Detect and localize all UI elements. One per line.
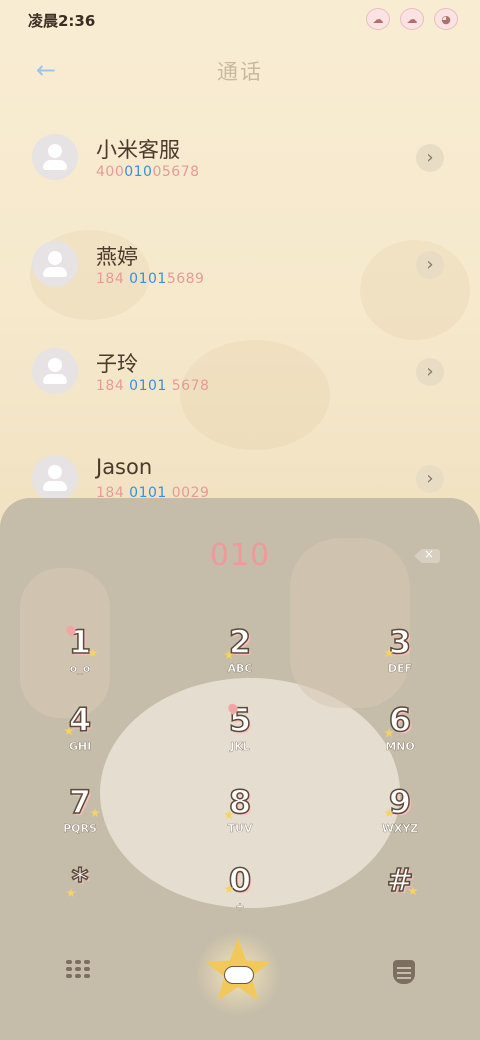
key-digit: 7 [68,783,92,821]
key-digit: 9 [388,783,412,821]
contact-number: 184 0101 5678 [96,378,209,394]
contact-name: Jason [96,455,153,479]
avatar-icon [32,348,78,394]
chevron-right-icon[interactable]: › [416,144,444,172]
number-prefix: 184 [96,378,130,394]
number-suffix: 5689 [166,271,205,287]
key-digit: 1 [68,623,92,661]
key-digit: # [386,861,414,899]
avatar-icon [32,241,78,287]
contact-number: 184 01015689 [96,271,204,287]
number-match: 0101 [129,271,167,287]
battery-icon: ◕ [434,8,458,30]
dial-key-1[interactable]: 1 o_o [40,623,120,686]
dial-key-2[interactable]: 2 ABC [200,623,280,686]
key-letters: GHI [68,740,92,753]
dial-key-8[interactable]: 8 TUV [200,783,280,846]
chevron-right-icon[interactable]: › [416,251,444,279]
status-bar: 凌晨2:36 ☁ ☁ ◕ [0,0,480,40]
number-prefix: 184 [96,271,130,287]
number-match: 010 [124,164,153,180]
dialpad-grid-icon[interactable] [66,956,94,984]
dial-key-7[interactable]: 7 PQRS [40,783,120,846]
key-letters: ABC [227,662,253,675]
dial-input-display[interactable]: 010 [0,538,480,573]
key-digit: 8 [228,783,252,821]
contact-name: 子玲 [96,352,138,376]
key-digit: 6 [388,701,412,739]
contact-name: 燕婷 [96,245,138,269]
number-suffix: 5678 [166,378,210,394]
key-letters: o_o [69,662,91,675]
dial-key-4[interactable]: 4 GHI [40,701,120,764]
key-digit: 4 [68,701,92,739]
chevron-right-icon[interactable]: › [416,465,444,493]
key-digit: * [71,861,89,899]
dial-key-5[interactable]: 5 JKL [200,701,280,764]
dial-key-hash[interactable]: # [360,861,440,924]
key-letters: JKL [230,740,250,753]
number-match: 0101 [129,378,167,394]
contact-row[interactable]: 子玲 184 0101 5678 › [0,348,480,418]
dial-key-star[interactable]: * [40,861,120,924]
dial-key-3[interactable]: 3 DEF [360,623,440,686]
number-suffix: 05678 [152,164,200,180]
key-digit: 3 [388,623,412,661]
header: ← 通话 [0,48,480,92]
page-title: 通话 [217,60,263,84]
key-letters: WXYZ [381,822,419,835]
wifi-icon: ☁ [400,8,424,30]
contacts-card-icon[interactable] [393,960,415,984]
bottom-action-bar [0,918,480,1038]
contact-number: 40001005678 [96,164,200,180]
contact-row[interactable]: 燕婷 184 01015689 › [0,241,480,311]
number-prefix: 400 [96,164,125,180]
key-letters: DEF [387,662,413,675]
avatar-icon [32,455,78,501]
status-time: 凌晨2:36 [28,12,96,30]
signal-icon: ☁ [366,8,390,30]
key-letters: PQRS [63,822,97,835]
status-icons: ☁ ☁ ◕ [366,8,458,30]
key-letters: + [235,900,245,913]
contact-name: 小米客服 [96,138,180,162]
key-letters: TUV [227,822,253,835]
dial-key-9[interactable]: 9 WXYZ [360,783,440,846]
key-digit: 0 [228,861,252,899]
dial-key-6[interactable]: 6 MNO [360,701,440,764]
dialpad-panel: 010 × 1 o_o 2 ABC 3 DEF 4 GHI 5 JKL 6 MN… [0,498,480,1040]
chevron-right-icon[interactable]: › [416,358,444,386]
dial-key-0[interactable]: 0 + [200,861,280,924]
key-digit: 2 [228,623,252,661]
key-digit: 5 [228,701,252,739]
key-letters: MNO [385,740,415,753]
avatar-icon [32,134,78,180]
contact-row[interactable]: 小米客服 40001005678 › [0,134,480,204]
